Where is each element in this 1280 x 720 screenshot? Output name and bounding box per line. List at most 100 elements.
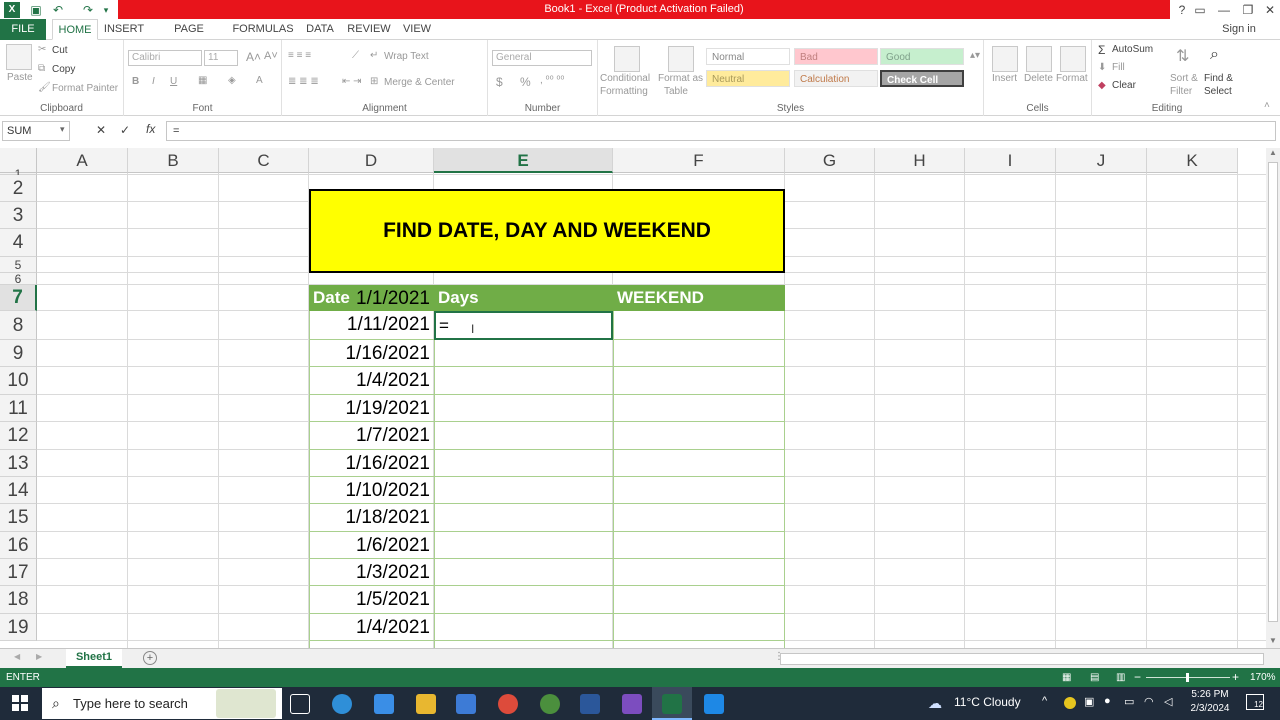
merge-center-button[interactable]: Merge & Center [384,77,455,88]
clear-icon[interactable]: ◆ [1098,80,1106,91]
column-header-i[interactable]: I [965,148,1056,173]
row-header-2[interactable]: 2 [0,175,37,202]
sheet-title-banner[interactable]: FIND DATE, DAY AND WEEKEND [309,189,785,273]
row-header-6[interactable]: 6 [0,273,37,285]
comma-style-icon[interactable]: , ⁰⁰ ⁰⁰ [540,75,564,86]
redo-icon[interactable]: ↷ [80,2,96,18]
battery-icon[interactable]: ▭ [1124,695,1134,708]
underline-button[interactable]: U [170,76,177,87]
tab-home[interactable]: HOME [52,19,98,40]
date-cell[interactable]: 1/4/2021 [309,614,434,641]
format-as-table-button-line2[interactable]: Table [664,86,688,97]
horizontal-scrollbar[interactable] [780,653,1264,665]
date-cell[interactable]: 1/10/2021 [309,477,434,504]
column-header-g[interactable]: G [785,148,875,173]
wifi-icon[interactable]: ◠ [1144,695,1154,708]
format-cells-icon[interactable] [1060,46,1086,72]
tab-file[interactable]: FILE [0,19,46,40]
chrome-icon[interactable] [498,694,518,714]
bold-button[interactable]: B [132,76,139,87]
scroll-down-icon[interactable]: ▼ [1269,636,1277,645]
sort-filter-icon[interactable]: ⇅ [1176,46,1189,66]
tab-review[interactable]: REVIEW [346,19,392,40]
column-header-h[interactable]: H [875,148,965,173]
conditional-formatting-button-line2[interactable]: Formatting [600,86,648,97]
cell-style-neutral[interactable]: Neutral [706,70,790,87]
clear-button[interactable]: Clear [1112,80,1136,91]
find-select-button-line2[interactable]: Select [1204,86,1232,97]
conditional-formatting-icon[interactable] [614,46,640,72]
task-view-icon[interactable] [290,694,310,714]
date-cell[interactable]: 1/4/2021 [309,367,434,394]
word-icon[interactable] [580,694,600,714]
date-cell[interactable]: 1/16/2021 [309,340,434,367]
font-name-dropdown[interactable]: Calibri [128,50,202,66]
autosum-button[interactable]: AutoSum [1112,44,1153,55]
edge-icon[interactable] [332,694,352,714]
row-header-7[interactable]: 7 [0,285,37,311]
borders-icon[interactable]: ▦ [198,75,207,86]
tray-chevron-icon[interactable]: ^ [1042,695,1047,707]
date-cell[interactable]: 1/19/2021 [309,395,434,422]
row-header-8[interactable]: 8 [0,311,37,340]
collapse-ribbon-icon[interactable]: ˄ [1264,100,1270,111]
vertical-scrollbar[interactable]: ▲ ▼ [1266,148,1280,648]
paste-button[interactable]: Paste [7,72,33,83]
tab-page-layout[interactable]: PAGE LAYOUT [152,19,226,56]
next-sheet-icon[interactable]: ▶ [36,652,42,661]
row-header-17[interactable]: 17 [0,559,37,586]
restore-button[interactable]: ❐ [1238,2,1258,18]
cell-style-good[interactable]: Good [880,48,964,65]
cell-style-normal[interactable]: Normal [706,48,790,65]
page-break-view-icon[interactable]: ▥ [1116,668,1125,687]
cell-style-bad[interactable]: Bad [794,48,878,65]
photos-icon[interactable] [704,694,724,714]
header-weekend[interactable]: WEEKEND [613,285,785,311]
row-header-11[interactable]: 11 [0,395,37,422]
column-header-k[interactable]: K [1147,148,1238,173]
date-cell[interactable]: 1/7/2021 [309,422,434,449]
date-cell[interactable]: 1/3/2021 [309,559,434,586]
page-layout-view-icon[interactable]: ▤ [1090,668,1099,687]
cell-style-calculation[interactable]: Calculation [794,70,878,87]
tab-formulas[interactable]: FORMULAS [232,19,294,40]
enter-formula-button[interactable]: ✓ [120,123,130,137]
format-painter-button[interactable]: Format Painter [52,83,118,94]
cut-button[interactable]: Cut [52,45,68,56]
wrap-text-icon[interactable]: ↵ [370,50,378,61]
sheet-tab-sheet1[interactable]: Sheet1 [66,649,122,668]
help-button[interactable]: ? [1172,2,1192,18]
row-header-12[interactable]: 12 [0,422,37,450]
insert-cells-button[interactable]: Insert [992,73,1017,84]
orientation-icon[interactable]: ⟋ [352,50,359,61]
clock-time[interactable]: 5:26 PM [1190,689,1230,700]
name-box-dropdown-icon[interactable]: ▾ [60,124,65,135]
sign-in-link[interactable]: Sign in [1218,19,1260,40]
column-header-f[interactable]: F [613,148,785,173]
video-editor-icon[interactable] [622,694,642,714]
row-header-4[interactable]: 4 [0,229,37,257]
cell-style-check-cell[interactable]: Check Cell [880,70,964,87]
row-header-14[interactable]: 14 [0,477,37,504]
column-header-a[interactable]: A [37,148,128,173]
ribbon-options-icon[interactable]: ▭ [1190,2,1210,18]
date-cell[interactable]: 1/1/2021 [309,285,434,312]
fill-icon[interactable]: ⬇ [1098,62,1106,73]
normal-view-icon[interactable]: ▦ [1062,668,1071,687]
date-cell[interactable]: 1/5/2021 [309,586,434,613]
font-color-icon[interactable]: A [256,75,263,86]
row-header-13[interactable]: 13 [0,450,37,477]
date-cell[interactable]: 1/6/2021 [309,532,434,559]
undo-icon[interactable]: ↶ [50,2,66,18]
number-format-dropdown[interactable]: General [492,50,592,66]
excel-taskbar-icon[interactable] [662,694,682,714]
notifications-icon[interactable]: 12 [1246,694,1264,710]
autosum-icon[interactable]: Σ [1098,43,1105,57]
tab-view[interactable]: VIEW [398,19,436,40]
sort-filter-button[interactable]: Sort & [1170,73,1198,84]
merge-center-icon[interactable]: ⊞ [370,76,378,87]
microphone-icon[interactable]: ● [1104,695,1111,707]
column-header-d[interactable]: D [309,148,434,173]
tab-data[interactable]: DATA [300,19,340,40]
zoom-in-icon[interactable]: + [1232,668,1239,687]
